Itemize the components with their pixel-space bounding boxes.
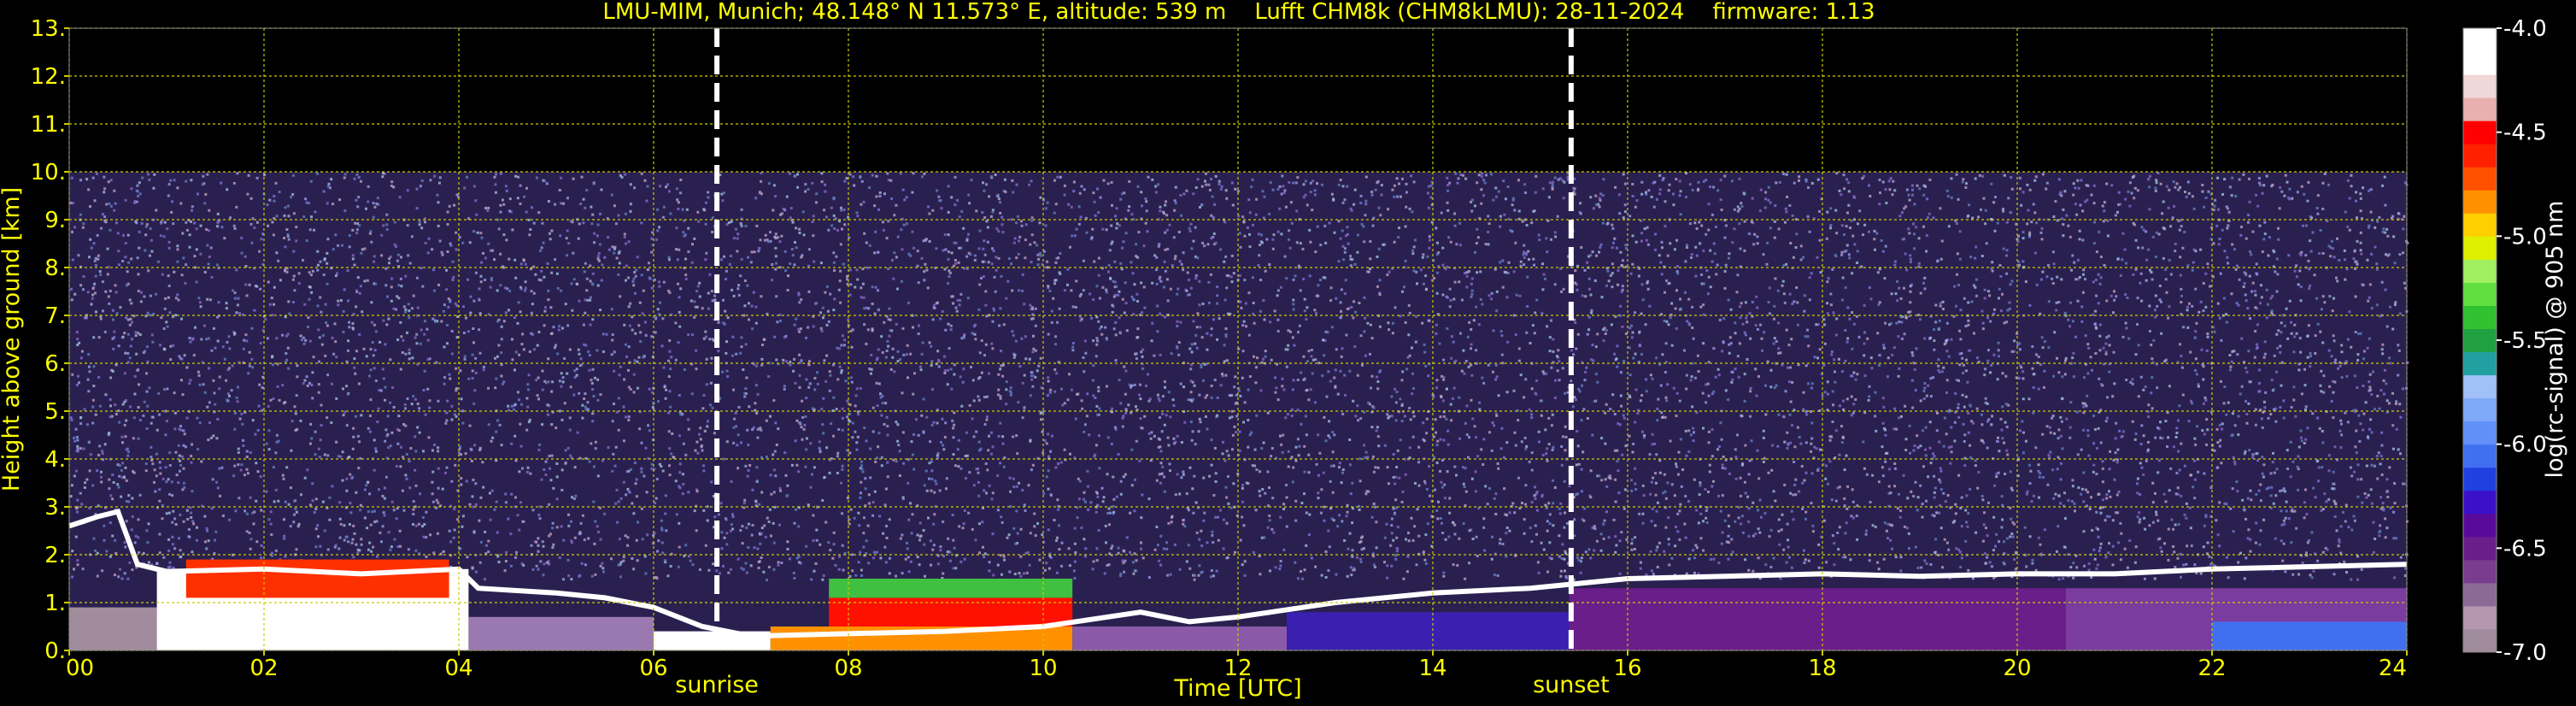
y-tick-label: 3.: [44, 495, 66, 521]
y-tick-label: 6.: [44, 351, 66, 377]
colorbar-label: log(rc-signal) @ 905 nm: [2542, 201, 2568, 479]
colorbar-band: [2463, 421, 2497, 445]
y-axis-label: Height above ground [km]: [0, 187, 25, 491]
y-tick-label: 10.: [31, 160, 66, 185]
chart-svg: LMU-MIM, Munich; 48.148° N 11.573° E, al…: [0, 0, 2568, 702]
colorbar-band: [2463, 282, 2497, 306]
colorbar-band: [2463, 74, 2497, 98]
aerosol-layer: [1287, 612, 1570, 650]
x-tick-label: 10: [1029, 656, 1057, 681]
y-tick-label: 11.: [31, 112, 66, 138]
colorbar-band: [2463, 121, 2497, 144]
colorbar-tick-label: -5.5: [2503, 328, 2547, 354]
colorbar-band: [2463, 97, 2497, 121]
aerosol-layer: [1072, 627, 1287, 650]
colorbar-band: [2463, 467, 2497, 491]
aerosol-layer: [829, 579, 1073, 598]
colorbar-band: [2463, 536, 2497, 561]
y-tick-label: 2.: [44, 543, 66, 568]
x-tick-label: 14: [1418, 656, 1446, 681]
colorbar-ticks: -4.0 -4.5 -5.0 -5.5 -6.0 -6.5 -7.0: [2497, 16, 2547, 666]
colorbar-tick-label: -5.0: [2503, 224, 2547, 250]
colorbar: -4.0 -4.5 -5.0 -5.5 -6.0 -6.5 -7.0 log(rc-sign…: [2462, 16, 2568, 666]
colorbar-band: [2463, 605, 2497, 630]
marker-label-sunrise: sunrise: [675, 672, 759, 698]
x-tick-label: 20: [2003, 656, 2031, 681]
x-tick-label: 04: [444, 656, 472, 681]
colorbar-band: [2463, 28, 2497, 52]
x-tick-label: 18: [1808, 656, 1836, 681]
x-tick-label: 06: [639, 656, 667, 681]
colorbar-band: [2463, 167, 2497, 191]
colorbar-band: [2463, 144, 2497, 168]
colorbar-band: [2463, 374, 2497, 399]
y-tick-label: 4.: [44, 447, 66, 473]
aerosol-layer: [185, 559, 449, 598]
colorbar-band: [2463, 305, 2497, 329]
colorbar-band: [2463, 328, 2497, 353]
x-tick-label: 08: [834, 656, 862, 681]
chart-title: LMU-MIM, Munich; 48.148° N 11.573° E, al…: [602, 0, 1875, 25]
colorbar-band: [2463, 190, 2497, 214]
colorbar-tick-label: -6.0: [2503, 432, 2547, 458]
colorbar-tick-label: -7.0: [2503, 640, 2547, 666]
colorbar-bands: [2463, 28, 2497, 653]
aerosol-layer: [1569, 588, 2066, 650]
aerosol-layer: [468, 616, 654, 650]
y-tick-label: 5.: [44, 399, 66, 425]
colorbar-tick-label: -4.0: [2503, 16, 2547, 42]
colorbar-band: [2463, 259, 2497, 283]
y-tick-label: 8.: [44, 256, 66, 281]
colorbar-band: [2463, 213, 2497, 237]
colorbar-band: [2463, 51, 2497, 75]
x-tick-label: 22: [2198, 656, 2226, 681]
y-tick-label: 1.: [44, 591, 66, 616]
x-axis-label: Time [UTC]: [1173, 675, 1301, 702]
x-tick-label: 00: [66, 656, 94, 681]
y-tick-label: 13.: [31, 16, 66, 42]
colorbar-band: [2463, 628, 2497, 653]
x-tick-label: 24: [2379, 656, 2407, 681]
aerosol-layer: [2212, 621, 2407, 650]
colorbar-band: [2463, 559, 2497, 584]
x-tick-label: 16: [1613, 656, 1641, 681]
y-axis-ticks: 0. 1. 2. 3. 4. 5. 6. 7. 8. 9. 10. 11. 12. 13.: [31, 16, 69, 664]
aerosol-layer: [69, 607, 157, 650]
colorbar-band: [2463, 582, 2497, 607]
y-tick-label: 12.: [31, 64, 66, 90]
colorbar-band: [2463, 351, 2497, 376]
sun-marker-labels: sunrise sunset: [675, 672, 1609, 698]
colorbar-band: [2463, 513, 2497, 538]
ceilometer-chart: LMU-MIM, Munich; 48.148° N 11.573° E, al…: [0, 0, 2576, 706]
colorbar-band: [2463, 490, 2497, 515]
colorbar-tick-label: -6.5: [2503, 536, 2547, 562]
colorbar-tick-label: -4.5: [2503, 121, 2547, 146]
y-tick-label: 9.: [44, 208, 66, 233]
x-tick-label: 02: [249, 656, 278, 681]
colorbar-band: [2463, 236, 2497, 260]
y-tick-label: 7.: [44, 303, 66, 329]
colorbar-band: [2463, 397, 2497, 422]
y-tick-label: 0.: [44, 638, 66, 664]
colorbar-band: [2463, 444, 2497, 468]
marker-label-sunset: sunset: [1533, 672, 1610, 698]
plot-area: [68, 27, 2409, 651]
